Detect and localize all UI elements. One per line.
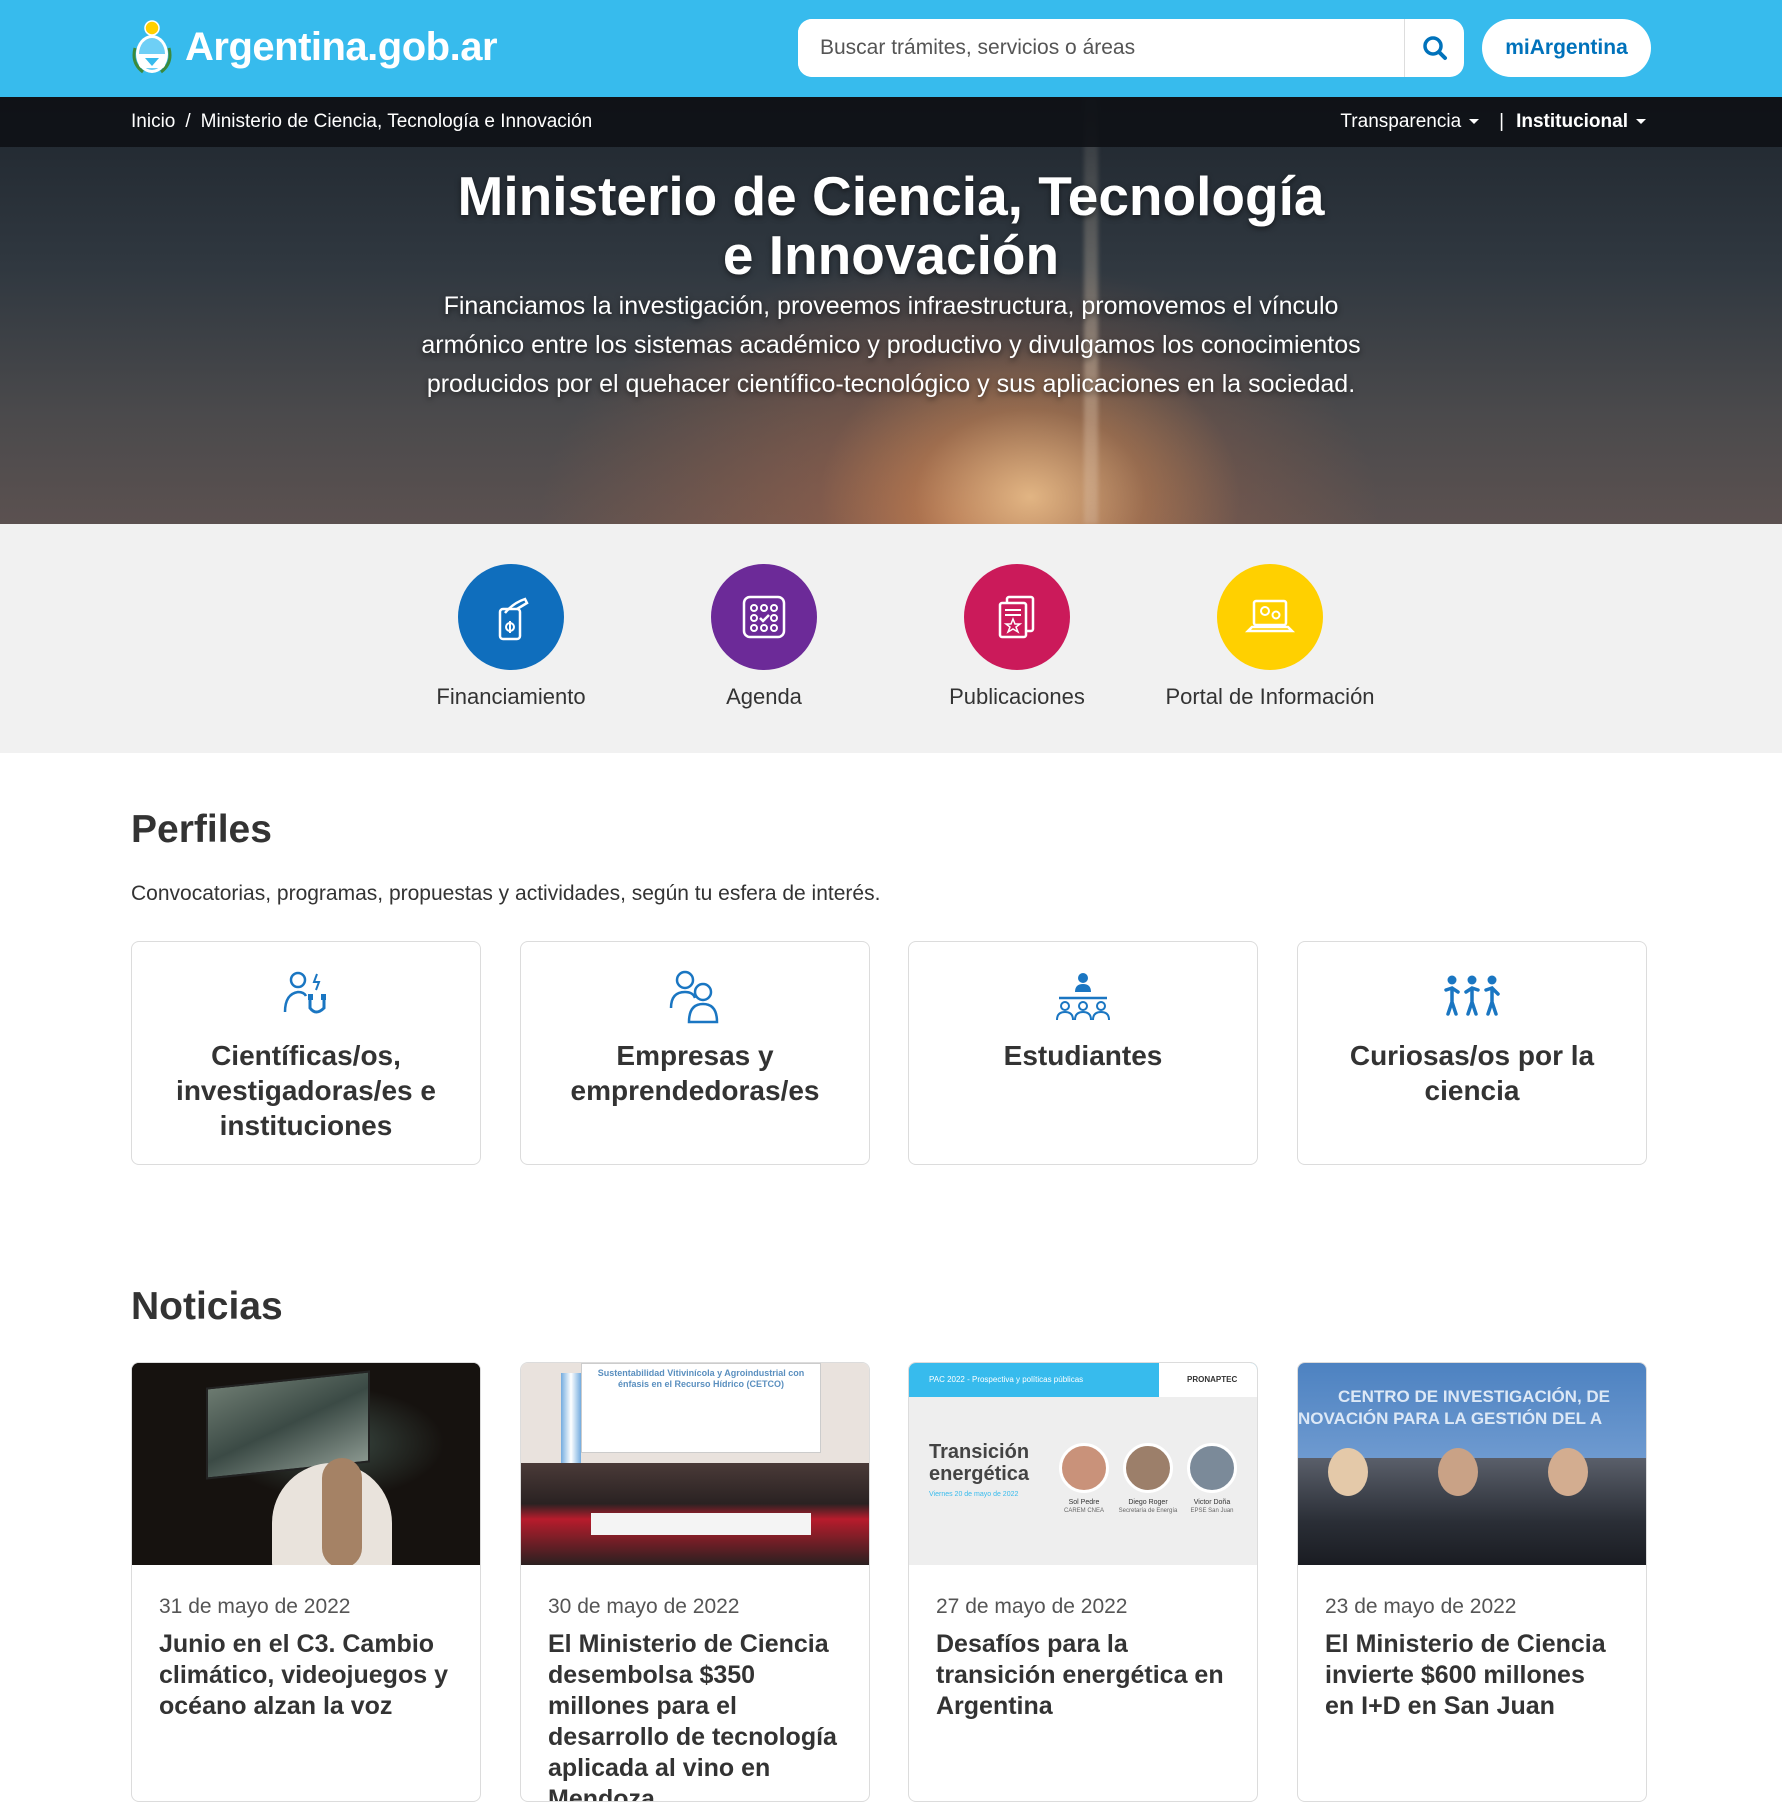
nav-transparencia-dropdown[interactable]: Transparencia bbox=[1340, 111, 1480, 133]
nav-institucional-dropdown[interactable]: Institucional bbox=[1516, 111, 1646, 133]
hero-banner: Inicio / Ministerio de Ciencia, Tecnolog… bbox=[0, 97, 1782, 524]
quick-link-label: Financiamiento bbox=[436, 684, 586, 709]
breadcrumb-home-link[interactable]: Inicio bbox=[131, 111, 175, 133]
child-hair bbox=[322, 1458, 362, 1565]
speaker-org: CAREM CNEA bbox=[1063, 1508, 1104, 1514]
profile-card-estudiantes[interactable]: Estudiantes bbox=[908, 941, 1258, 1165]
quick-links: Financiamiento Agenda Publicaciones Port… bbox=[0, 524, 1782, 753]
news-image: Sustentabilidad Vitivinícola y Agroindus… bbox=[521, 1363, 869, 1565]
event-banner-text: Sustentabilidad Vitivinícola y Agroindus… bbox=[597, 1368, 805, 1389]
quick-link-portal-informacion[interactable]: Portal de Información bbox=[1143, 564, 1397, 710]
news-title: El Ministerio de Ciencia invierte $600 m… bbox=[1325, 1630, 1606, 1720]
caret-down-icon bbox=[1636, 119, 1646, 125]
image-heading: Transición energética bbox=[929, 1441, 1030, 1485]
news-title: El Ministerio de Ciencia desembolsa $350… bbox=[548, 1630, 837, 1802]
search-box bbox=[798, 19, 1464, 77]
researcher-magnet-icon bbox=[283, 971, 326, 1014]
breadcrumb-separator: / bbox=[185, 111, 191, 132]
three-people-icon bbox=[1444, 975, 1500, 1016]
caret-down-icon bbox=[1469, 119, 1480, 125]
speaker-org: Secretaría de Energía bbox=[1118, 1508, 1178, 1514]
news-card[interactable]: Sustentabilidad Vitivinícola y Agroindus… bbox=[520, 1362, 870, 1802]
profile-card-curiosas[interactable]: Curiosas/os por la ciencia bbox=[1297, 941, 1647, 1165]
news-image: CENTRO DE INVESTIGACIÓN, DE NOVACIÓN PAR… bbox=[1298, 1363, 1646, 1565]
search-button[interactable] bbox=[1404, 19, 1464, 77]
news-date: 27 de mayo de 2022 bbox=[936, 1595, 1128, 1618]
nav-transparencia-label: Transparencia bbox=[1340, 111, 1462, 132]
speaker-photo bbox=[1059, 1443, 1109, 1493]
perfiles-title: Perfiles bbox=[131, 808, 272, 851]
profile-card-title: Estudiantes bbox=[1003, 1040, 1163, 1071]
page-title: Ministerio de Ciencia, Tecnología e Inno… bbox=[0, 167, 1782, 285]
image-banner-line: NOVACIÓN PARA LA GESTIÓN DEL A bbox=[1298, 1409, 1603, 1428]
quick-link-label: Publicaciones bbox=[949, 684, 1085, 709]
news-date: 23 de mayo de 2022 bbox=[1325, 1595, 1517, 1618]
quick-link-agenda[interactable]: Agenda bbox=[637, 564, 891, 710]
section-nav: Transparencia | Institucional bbox=[1340, 111, 1646, 133]
image-brand-text: PRONAPTEC bbox=[1187, 1375, 1238, 1384]
image-banner-line: CENTRO DE INVESTIGACIÓN, DE bbox=[1338, 1387, 1611, 1406]
two-people-icon bbox=[669, 970, 719, 1024]
speaker-name: Sol Pedre bbox=[1068, 1499, 1100, 1506]
noticias-title: Noticias bbox=[131, 1285, 283, 1328]
news-date: 31 de mayo de 2022 bbox=[159, 1595, 351, 1618]
search-input[interactable] bbox=[798, 19, 1404, 77]
speaker-org: EPSE San Juan bbox=[1190, 1508, 1234, 1514]
profile-card-title: Empresas y emprendedoras/es bbox=[570, 1040, 820, 1106]
site-logo[interactable]: Argentina.gob.ar bbox=[131, 18, 498, 76]
laptop-gears-icon bbox=[1217, 564, 1323, 670]
speaker-head bbox=[1328, 1448, 1368, 1496]
profile-card-title: Científicas/os, investigadoras/es e inst… bbox=[176, 1040, 436, 1141]
quick-link-publicaciones[interactable]: Publicaciones bbox=[890, 564, 1144, 710]
site-name: Argentina.gob.ar bbox=[185, 24, 498, 69]
profile-card-cientificas[interactable]: Científicas/os, investigadoras/es e inst… bbox=[131, 941, 481, 1165]
speaker-head bbox=[1438, 1448, 1478, 1496]
speaker-head bbox=[1548, 1448, 1588, 1496]
news-card[interactable]: PAC 2022 - Prospectiva y políticas públi… bbox=[908, 1362, 1258, 1802]
quick-link-financiamiento[interactable]: Financiamiento bbox=[384, 564, 638, 710]
hand-phone-icon bbox=[458, 564, 564, 670]
image-date: Viernes 20 de mayo de 2022 bbox=[929, 1491, 1019, 1498]
news-title: Desafíos para la transición energética e… bbox=[936, 1630, 1224, 1720]
image-brand-box: PRONAPTEC bbox=[1159, 1363, 1257, 1397]
news-image: PAC 2022 - Prospectiva y políticas públi… bbox=[909, 1363, 1257, 1565]
speaker-name: Diego Roger bbox=[1128, 1499, 1168, 1506]
image-header-bar: PAC 2022 - Prospectiva y políticas públi… bbox=[909, 1363, 1257, 1397]
breadcrumb: Inicio / Ministerio de Ciencia, Tecnolog… bbox=[131, 111, 592, 133]
breadcrumb-current: Ministerio de Ciencia, Tecnología e Inno… bbox=[200, 111, 593, 132]
news-date: 30 de mayo de 2022 bbox=[548, 1595, 740, 1618]
news-title: Junio en el C3. Cambio climático, videoj… bbox=[159, 1630, 448, 1720]
nav-divider: | bbox=[1499, 111, 1505, 132]
quick-link-label: Agenda bbox=[726, 684, 802, 709]
image-header-text: PAC 2022 - Prospectiva y políticas públi… bbox=[929, 1375, 1084, 1384]
nav-institucional-label: Institucional bbox=[1516, 111, 1628, 132]
hero-subtitle: Financiamos la investigación, proveemos … bbox=[421, 292, 1361, 398]
search-icon bbox=[1422, 36, 1447, 60]
calendar-grid-icon bbox=[711, 564, 817, 670]
news-image bbox=[132, 1363, 480, 1565]
miargentina-button[interactable]: miArgentina bbox=[1482, 19, 1651, 77]
breadcrumb-bar: Inicio / Ministerio de Ciencia, Tecnolog… bbox=[0, 97, 1782, 147]
speaker-photo bbox=[1187, 1443, 1237, 1493]
perfiles-lead: Convocatorias, programas, propuestas y a… bbox=[131, 882, 881, 905]
profile-card-empresas[interactable]: Empresas y emprendedoras/es bbox=[520, 941, 870, 1165]
table-cloth bbox=[591, 1513, 811, 1535]
documents-icon bbox=[964, 564, 1070, 670]
classroom-icon bbox=[1056, 973, 1110, 1021]
speaker-photo bbox=[1123, 1443, 1173, 1493]
image-banner: CENTRO DE INVESTIGACIÓN, DE NOVACIÓN PAR… bbox=[1298, 1363, 1646, 1458]
national-shield-icon bbox=[132, 20, 172, 74]
site-header: Argentina.gob.ar miArgentina bbox=[0, 0, 1782, 97]
event-banner: Sustentabilidad Vitivinícola y Agroindus… bbox=[581, 1363, 821, 1453]
news-card[interactable]: CENTRO DE INVESTIGACIÓN, DE NOVACIÓN PAR… bbox=[1297, 1362, 1647, 1802]
news-card[interactable]: 31 de mayo de 2022 Junio en el C3. Cambi… bbox=[131, 1362, 481, 1802]
quick-link-label: Portal de Información bbox=[1165, 684, 1375, 709]
profile-card-title: Curiosas/os por la ciencia bbox=[1349, 1040, 1595, 1106]
page-title-text: Ministerio de Ciencia, Tecnología e Inno… bbox=[457, 165, 1325, 286]
speaker-name: Victor Doña bbox=[1193, 1499, 1231, 1506]
